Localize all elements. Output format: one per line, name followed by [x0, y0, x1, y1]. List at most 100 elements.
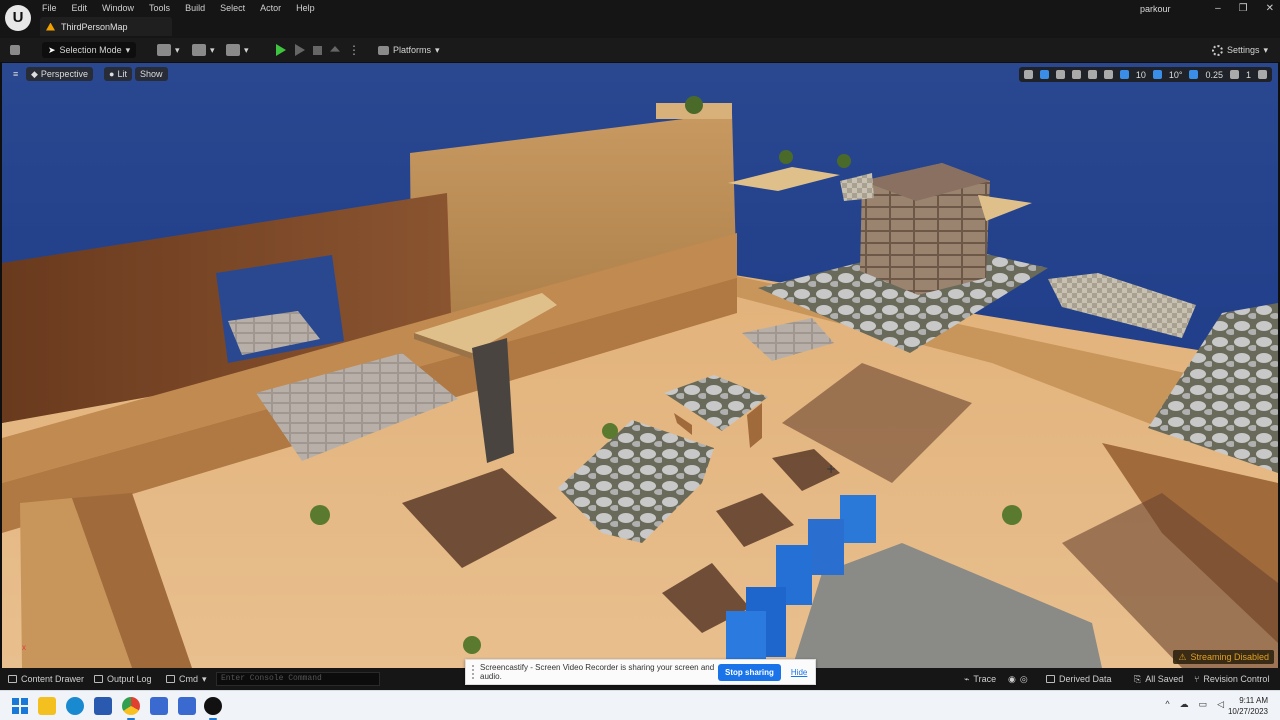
save-status-icon: ⎘ — [1134, 673, 1142, 684]
menu-tools[interactable]: Tools — [149, 2, 170, 16]
warning-icon: ⚠ — [1178, 651, 1187, 662]
chrome-icon[interactable] — [122, 697, 140, 720]
revision-control-button[interactable]: ⑂ Revision Control — [1194, 673, 1269, 685]
taskbar-clock[interactable]: 9:11 AM 10/27/2023 — [1228, 695, 1268, 717]
maximize-icon[interactable]: ❐ — [1239, 3, 1248, 14]
minimize-icon[interactable]: – — [1215, 3, 1221, 14]
close-icon[interactable]: ✕ — [1266, 3, 1274, 14]
camera-speed-value[interactable]: 1 — [1246, 70, 1251, 80]
camera-speed-icon[interactable] — [1229, 70, 1239, 79]
drag-handle-icon[interactable] — [472, 665, 475, 679]
menu-build[interactable]: Build — [185, 2, 205, 16]
menu-window[interactable]: Window — [102, 2, 134, 16]
store-icon[interactable] — [94, 697, 112, 715]
menu-actor[interactable]: Actor — [260, 2, 281, 16]
rotate-tool-icon[interactable] — [1055, 70, 1065, 79]
hide-link[interactable]: Hide — [791, 668, 807, 677]
chevron-down-icon: ▾ — [210, 44, 215, 55]
tab-thirdpersonmap[interactable]: ThirdPersonMap — [40, 17, 172, 36]
menu-file[interactable]: File — [42, 2, 57, 16]
app-icon-2[interactable] — [178, 697, 196, 715]
derived-data-button[interactable]: Derived Data — [1046, 673, 1112, 685]
perspective-button[interactable]: ◆ Perspective — [26, 67, 93, 81]
cinematics-button[interactable]: ▾ — [226, 42, 249, 58]
system-tray: ^ ☁ ▭ ◁ — [1165, 699, 1224, 710]
terminal-icon — [166, 675, 175, 683]
view-mode-lit-button[interactable]: ● Lit — [104, 67, 132, 81]
translate-tool-icon[interactable] — [1039, 70, 1049, 79]
stop-icon — [313, 45, 322, 55]
eject-button[interactable] — [330, 42, 340, 58]
level-map-icon — [46, 22, 55, 31]
rotation-snap-icon[interactable] — [1152, 70, 1162, 79]
play-button[interactable] — [276, 42, 286, 58]
unreal-engine-taskbar-icon[interactable] — [204, 697, 222, 720]
menu-help[interactable]: Help — [296, 2, 315, 16]
axis-gizmo: x — [22, 643, 26, 652]
surface-snap-icon[interactable] — [1103, 70, 1113, 79]
app-icon-1[interactable] — [150, 697, 168, 715]
all-saved-button[interactable]: ⎘ All Saved — [1134, 673, 1183, 685]
stop-sharing-button[interactable]: Stop sharing — [718, 663, 781, 681]
unreal-logo-icon[interactable]: U — [5, 5, 31, 31]
world-local-icon[interactable] — [1087, 70, 1097, 79]
tray-chevron-icon[interactable]: ^ — [1165, 699, 1169, 710]
output-log-button[interactable]: Output Log — [94, 673, 152, 685]
chevron-down-icon: ▾ — [1263, 44, 1269, 55]
blueprint-button[interactable]: ▾ — [192, 42, 215, 58]
level-viewport[interactable]: + ≡ ◆ Perspective ● Lit Show 10 10° 0.25 — [2, 63, 1278, 668]
viewport-toolbar: ≡ ◆ Perspective ● Lit Show 10 10° 0.25 1 — [2, 65, 1278, 83]
scale-snap-icon[interactable] — [1189, 70, 1199, 79]
selection-mode-dropdown[interactable]: ➤ Selection Mode ▾ — [42, 42, 137, 58]
grid-snap-icon[interactable] — [1119, 70, 1129, 79]
add-actor-button[interactable]: ▾ — [157, 42, 180, 58]
menu-bar: File Edit Window Tools Build Select Acto… — [42, 2, 330, 16]
stop-button[interactable] — [313, 42, 322, 58]
menu-edit[interactable]: Edit — [72, 2, 88, 16]
cmd-dropdown[interactable]: Cmd ▾ — [166, 673, 207, 685]
trace-button[interactable]: ⌁ Trace — [964, 673, 996, 685]
save-icon[interactable] — [10, 42, 20, 58]
record-button[interactable]: ◉ ◎ — [1008, 673, 1028, 685]
file-explorer-icon[interactable] — [38, 697, 56, 715]
lit-label: Lit — [117, 69, 127, 79]
play-options-button[interactable]: ⋮ — [348, 42, 360, 58]
trace-label: Trace — [973, 674, 997, 684]
viewport-menu-button[interactable]: ≡ — [8, 67, 23, 81]
grid-snap-value[interactable]: 10 — [1136, 70, 1146, 80]
maximize-viewport-icon[interactable] — [1258, 70, 1267, 79]
edge-browser-icon[interactable] — [66, 697, 84, 715]
chevron-down-icon: ▾ — [244, 44, 249, 55]
lit-icon: ● — [109, 69, 115, 79]
console-command-input[interactable]: Enter Console Command — [216, 672, 380, 686]
scale-tool-icon[interactable] — [1071, 70, 1081, 79]
rotation-snap-value[interactable]: 10° — [1169, 70, 1183, 80]
cloud-icon[interactable]: ☁ — [1180, 699, 1189, 710]
derived-data-label: Derived Data — [1059, 674, 1112, 684]
scene-render[interactable]: + — [2, 63, 1278, 668]
selection-mode-label: Selection Mode — [59, 45, 122, 55]
platforms-dropdown[interactable]: Platforms ▾ — [378, 42, 440, 58]
svg-text:+: + — [826, 462, 836, 476]
play-icon — [276, 44, 286, 56]
record-icon: ◉ — [1008, 673, 1016, 684]
scale-snap-value[interactable]: 0.25 — [1205, 70, 1223, 80]
share-message: Screencastify - Screen Video Recorder is… — [480, 663, 715, 681]
volume-icon[interactable]: ◁ — [1217, 699, 1224, 710]
transform-toolbar: 10 10° 0.25 1 — [1018, 67, 1272, 82]
network-icon[interactable]: ▭ — [1199, 699, 1208, 710]
content-drawer-button[interactable]: Content Drawer — [8, 673, 84, 685]
streaming-disabled-badge: ⚠ Streaming Disabled — [1173, 650, 1274, 664]
show-button[interactable]: Show — [135, 67, 168, 81]
cursor-icon: ➤ — [48, 44, 56, 55]
windows-start-icon[interactable] — [12, 698, 28, 714]
menu-select[interactable]: Select — [220, 2, 245, 16]
main-toolbar: ➤ Selection Mode ▾ ▾ ▾ ▾ ⋮ Platforms ▾ S… — [0, 38, 1280, 62]
advance-frame-button[interactable] — [295, 42, 305, 58]
content-drawer-icon — [8, 675, 17, 683]
chevron-down-icon: ▾ — [125, 44, 131, 55]
settings-dropdown[interactable]: Settings ▾ — [1212, 42, 1268, 58]
select-tool-icon[interactable] — [1023, 70, 1033, 79]
revision-control-label: Revision Control — [1203, 674, 1270, 684]
derived-data-icon — [1046, 675, 1055, 683]
